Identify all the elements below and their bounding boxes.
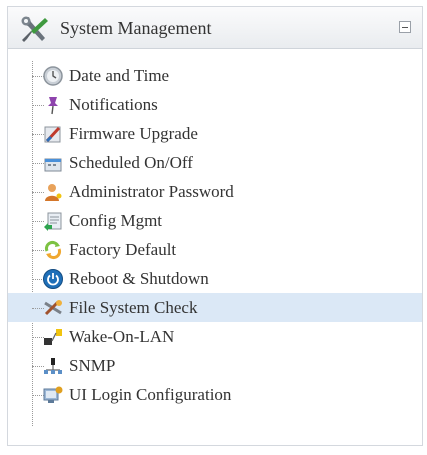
panel-title: System Management [60, 18, 212, 38]
menu-item-label: Firmware Upgrade [69, 124, 198, 143]
menu-item-label: Factory Default [69, 240, 177, 259]
menu-item-label: Scheduled On/Off [69, 153, 193, 172]
pin-icon [48, 97, 58, 115]
schedule-icon [44, 158, 62, 172]
power-icon [43, 269, 63, 289]
menu-item-file-system-check[interactable]: File System Check [8, 293, 422, 322]
user-key-icon [45, 184, 62, 201]
menu-item-snmp[interactable]: SNMP [8, 351, 422, 380]
menu-item-notifications[interactable]: Notifications [8, 90, 422, 119]
menu-item-date-and-time[interactable]: Date and Time [8, 61, 422, 90]
menu-item-firmware-upgrade[interactable]: Firmware Upgrade [8, 119, 422, 148]
menu-item-ui-login-configuration[interactable]: UI Login Configuration [8, 380, 422, 409]
menu-item-label: Wake-On-LAN [69, 327, 175, 346]
config-icon [44, 212, 62, 231]
login-config-icon [43, 386, 63, 403]
menu-item-label: Administrator Password [69, 182, 234, 201]
menu-item-factory-default[interactable]: Factory Default [8, 235, 422, 264]
menu-item-label: Config Mgmt [69, 211, 163, 230]
lan-icon [44, 329, 62, 345]
filesystem-icon [44, 300, 62, 316]
menu-item-label: File System Check [69, 298, 198, 317]
firmware-icon [44, 126, 61, 143]
menu-item-config-mgmt[interactable]: Config Mgmt [8, 206, 422, 235]
panel-header[interactable]: System Management [8, 7, 422, 49]
tools-icon [21, 16, 48, 42]
menu-item-label: SNMP [69, 356, 116, 375]
menu-item-scheduled-on-off[interactable]: Scheduled On/Off [8, 148, 422, 177]
network-icon [44, 358, 62, 374]
clock-icon [43, 66, 63, 86]
menu-item-label: UI Login Configuration [69, 385, 232, 404]
menu-item-label: Date and Time [69, 66, 170, 85]
menu-item-label: Notifications [69, 95, 158, 114]
menu-item-administrator-password[interactable]: Administrator Password [8, 177, 422, 206]
collapse-icon[interactable] [399, 21, 411, 33]
menu-item-reboot-and-shutdown[interactable]: Reboot & Shutdown [8, 264, 422, 293]
menu-item-label: Reboot & Shutdown [69, 269, 209, 288]
menu-item-wake-on-lan[interactable]: Wake-On-LAN [8, 322, 422, 351]
refresh-icon [44, 240, 62, 260]
system-management-panel: System Management Date and Time Notifica… [7, 6, 423, 446]
